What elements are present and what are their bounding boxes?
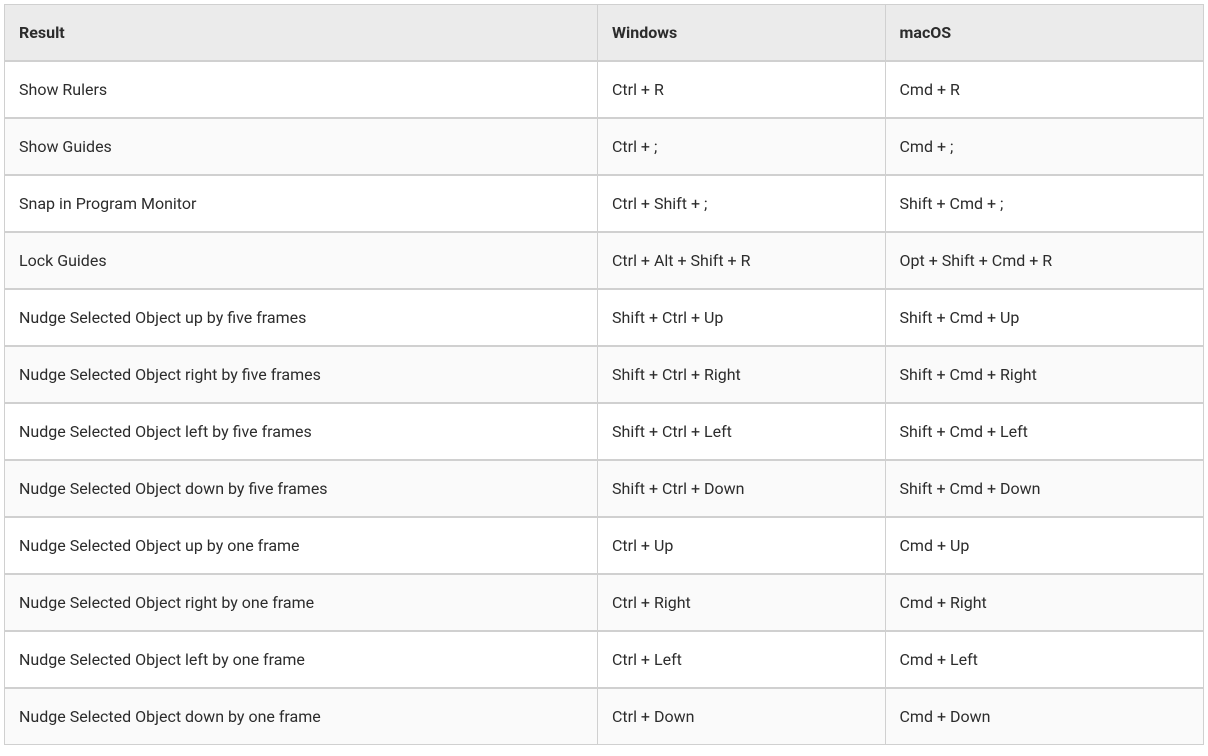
cell-windows: Ctrl + Alt + Shift + R — [598, 233, 886, 290]
cell-windows: Ctrl + Right — [598, 575, 886, 632]
table-row: Nudge Selected Object down by five frame… — [5, 461, 1203, 518]
table-row: Nudge Selected Object right by one frame… — [5, 575, 1203, 632]
cell-windows: Ctrl + Shift + ; — [598, 176, 886, 233]
cell-result: Nudge Selected Object up by five frames — [5, 290, 598, 347]
cell-windows: Ctrl + Down — [598, 689, 886, 744]
cell-windows: Ctrl + ; — [598, 119, 886, 176]
table-row: Show Guides Ctrl + ; Cmd + ; — [5, 119, 1203, 176]
table-row: Nudge Selected Object up by five frames … — [5, 290, 1203, 347]
table-row: Nudge Selected Object up by one frame Ct… — [5, 518, 1203, 575]
cell-result: Nudge Selected Object down by five frame… — [5, 461, 598, 518]
cell-macos: Cmd + Up — [886, 518, 1203, 575]
cell-macos: Shift + Cmd + Left — [886, 404, 1203, 461]
table-row: Show Rulers Ctrl + R Cmd + R — [5, 62, 1203, 119]
cell-result: Nudge Selected Object right by five fram… — [5, 347, 598, 404]
cell-result: Nudge Selected Object up by one frame — [5, 518, 598, 575]
cell-windows: Shift + Ctrl + Left — [598, 404, 886, 461]
cell-result: Nudge Selected Object down by one frame — [5, 689, 598, 744]
cell-windows: Ctrl + Left — [598, 632, 886, 689]
cell-macos: Cmd + Down — [886, 689, 1203, 744]
cell-result: Lock Guides — [5, 233, 598, 290]
cell-macos: Cmd + Left — [886, 632, 1203, 689]
cell-result: Snap in Program Monitor — [5, 176, 598, 233]
cell-macos: Cmd + ; — [886, 119, 1203, 176]
cell-windows: Shift + Ctrl + Up — [598, 290, 886, 347]
cell-macos: Shift + Cmd + Right — [886, 347, 1203, 404]
cell-result: Nudge Selected Object right by one frame — [5, 575, 598, 632]
cell-macos: Shift + Cmd + Down — [886, 461, 1203, 518]
shortcuts-table: Result Windows macOS Show Rulers Ctrl + … — [4, 4, 1204, 745]
table-header-row: Result Windows macOS — [5, 5, 1203, 62]
header-windows: Windows — [598, 5, 886, 62]
table-body: Show Rulers Ctrl + R Cmd + R Show Guides… — [5, 62, 1203, 744]
cell-result: Nudge Selected Object left by five frame… — [5, 404, 598, 461]
cell-windows: Ctrl + R — [598, 62, 886, 119]
table-row: Nudge Selected Object down by one frame … — [5, 689, 1203, 744]
cell-windows: Shift + Ctrl + Down — [598, 461, 886, 518]
table-row: Lock Guides Ctrl + Alt + Shift + R Opt +… — [5, 233, 1203, 290]
cell-macos: Opt + Shift + Cmd + R — [886, 233, 1203, 290]
cell-macos: Shift + Cmd + ; — [886, 176, 1203, 233]
cell-windows: Ctrl + Up — [598, 518, 886, 575]
cell-windows: Shift + Ctrl + Right — [598, 347, 886, 404]
cell-result: Nudge Selected Object left by one frame — [5, 632, 598, 689]
table-row: Nudge Selected Object left by five frame… — [5, 404, 1203, 461]
table-row: Snap in Program Monitor Ctrl + Shift + ;… — [5, 176, 1203, 233]
table-row: Nudge Selected Object right by five fram… — [5, 347, 1203, 404]
header-result: Result — [5, 5, 598, 62]
cell-result: Show Guides — [5, 119, 598, 176]
cell-macos: Shift + Cmd + Up — [886, 290, 1203, 347]
cell-macos: Cmd + Right — [886, 575, 1203, 632]
cell-macos: Cmd + R — [886, 62, 1203, 119]
header-macos: macOS — [886, 5, 1203, 62]
table-row: Nudge Selected Object left by one frame … — [5, 632, 1203, 689]
cell-result: Show Rulers — [5, 62, 598, 119]
